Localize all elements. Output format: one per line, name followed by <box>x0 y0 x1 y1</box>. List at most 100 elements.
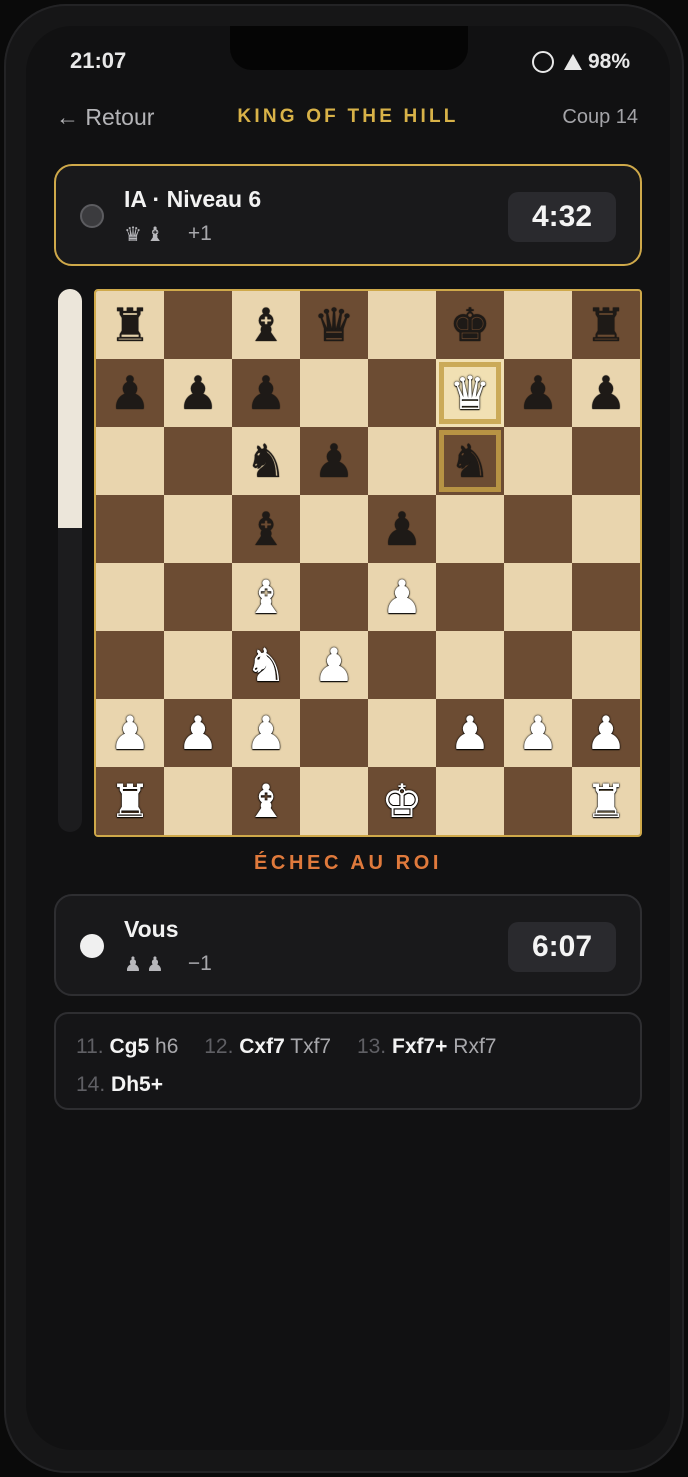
square-e4[interactable]: ♟ <box>368 563 436 631</box>
white-bishop-icon[interactable]: ♝ <box>245 574 286 620</box>
square-h2[interactable]: ♟ <box>572 699 640 767</box>
square-b1[interactable] <box>164 767 232 835</box>
square-a8[interactable]: ♜ <box>96 291 164 359</box>
square-g1[interactable] <box>504 767 572 835</box>
white-pawn-icon[interactable]: ♟ <box>313 642 354 688</box>
square-a1[interactable]: ♜ <box>96 767 164 835</box>
square-f2[interactable]: ♟ <box>436 699 504 767</box>
black-pawn-icon[interactable]: ♟ <box>245 370 286 416</box>
square-e3[interactable] <box>368 631 436 699</box>
white-rook-icon[interactable]: ♜ <box>109 778 150 824</box>
square-e7[interactable] <box>368 359 436 427</box>
square-c5[interactable]: ♝ <box>232 495 300 563</box>
square-a2[interactable]: ♟ <box>96 699 164 767</box>
square-f1[interactable] <box>436 767 504 835</box>
move-entry[interactable]: 14. Dh5+ <box>76 1066 163 1104</box>
square-f4[interactable] <box>436 563 504 631</box>
white-pawn-icon[interactable]: ♟ <box>517 710 558 756</box>
white-king-icon[interactable]: ♚ <box>381 778 422 824</box>
square-g2[interactable]: ♟ <box>504 699 572 767</box>
black-pawn-icon[interactable]: ♟ <box>517 370 558 416</box>
black-rook-icon[interactable]: ♜ <box>585 302 626 348</box>
black-rook-icon[interactable]: ♜ <box>109 302 150 348</box>
square-h7[interactable]: ♟ <box>572 359 640 427</box>
square-d1[interactable] <box>300 767 368 835</box>
move-entry[interactable]: 12. Cxf7 Txf7 <box>204 1028 331 1066</box>
black-queen-icon[interactable]: ♛ <box>313 302 354 348</box>
check-indicator: ÉCHEC AU ROI <box>253 852 443 874</box>
white-rook-icon[interactable]: ♜ <box>585 778 626 824</box>
square-c6[interactable]: ♞ <box>232 427 300 495</box>
square-d6[interactable]: ♟ <box>300 427 368 495</box>
black-knight-icon[interactable]: ♞ <box>245 438 286 484</box>
square-f3[interactable] <box>436 631 504 699</box>
black-pawn-icon[interactable]: ♟ <box>177 370 218 416</box>
square-f7[interactable]: ♛ <box>436 359 504 427</box>
square-b3[interactable] <box>164 631 232 699</box>
square-g3[interactable] <box>504 631 572 699</box>
square-a4[interactable] <box>96 563 164 631</box>
square-h3[interactable] <box>572 631 640 699</box>
square-h8[interactable]: ♜ <box>572 291 640 359</box>
square-h6[interactable] <box>572 427 640 495</box>
square-g8[interactable] <box>504 291 572 359</box>
black-pawn-icon[interactable]: ♟ <box>313 438 354 484</box>
square-a7[interactable]: ♟ <box>96 359 164 427</box>
square-f6[interactable]: ♞ <box>436 427 504 495</box>
square-h4[interactable] <box>572 563 640 631</box>
square-h1[interactable]: ♜ <box>572 767 640 835</box>
square-f5[interactable] <box>436 495 504 563</box>
move-entry[interactable]: 13. Fxf7+ Rxf7 <box>357 1028 497 1066</box>
square-g5[interactable] <box>504 495 572 563</box>
square-e1[interactable]: ♚ <box>368 767 436 835</box>
square-f8[interactable]: ♚ <box>436 291 504 359</box>
square-d3[interactable]: ♟ <box>300 631 368 699</box>
white-pawn-icon[interactable]: ♟ <box>109 710 150 756</box>
black-king-icon[interactable]: ♚ <box>449 302 490 348</box>
square-d5[interactable] <box>300 495 368 563</box>
square-b7[interactable]: ♟ <box>164 359 232 427</box>
chess-board[interactable]: ♜ ♝ ♛ ♚ ♜ ♟ ♟ ♟ ♛ ♟ ♟ ♞ ♟ ♞ ♝ ♟ ♝ ♟ ♞ ♟ ♟ ♟ ♟ ♟ ♟ ♟ ♜ ♝ ♚ ♜ <box>94 289 642 837</box>
square-d8[interactable]: ♛ <box>300 291 368 359</box>
square-a3[interactable] <box>96 631 164 699</box>
square-c2[interactable]: ♟ <box>232 699 300 767</box>
black-bishop-icon[interactable]: ♝ <box>245 506 286 552</box>
square-c7[interactable]: ♟ <box>232 359 300 427</box>
square-d7[interactable] <box>300 359 368 427</box>
move-entry[interactable]: 11. Cg5 h6 <box>76 1028 178 1066</box>
black-pawn-icon[interactable]: ♟ <box>585 370 626 416</box>
square-c1[interactable]: ♝ <box>232 767 300 835</box>
square-b8[interactable] <box>164 291 232 359</box>
square-e8[interactable] <box>368 291 436 359</box>
white-bishop-icon[interactable]: ♝ <box>245 778 286 824</box>
black-knight-icon[interactable]: ♞ <box>449 438 490 484</box>
square-g7[interactable]: ♟ <box>504 359 572 427</box>
white-pawn-icon[interactable]: ♟ <box>449 710 490 756</box>
square-a5[interactable] <box>96 495 164 563</box>
square-b5[interactable] <box>164 495 232 563</box>
black-pawn-icon[interactable]: ♟ <box>381 506 422 552</box>
black-bishop-icon[interactable]: ♝ <box>245 302 286 348</box>
square-d2[interactable] <box>300 699 368 767</box>
square-c3[interactable]: ♞ <box>232 631 300 699</box>
square-e2[interactable] <box>368 699 436 767</box>
square-c4[interactable]: ♝ <box>232 563 300 631</box>
square-b6[interactable] <box>164 427 232 495</box>
square-h5[interactable] <box>572 495 640 563</box>
square-g4[interactable] <box>504 563 572 631</box>
square-e5[interactable]: ♟ <box>368 495 436 563</box>
white-pawn-icon[interactable]: ♟ <box>177 710 218 756</box>
square-a6[interactable] <box>96 427 164 495</box>
square-g6[interactable] <box>504 427 572 495</box>
white-pawn-icon[interactable]: ♟ <box>585 710 626 756</box>
square-e6[interactable] <box>368 427 436 495</box>
square-b2[interactable]: ♟ <box>164 699 232 767</box>
white-pawn-icon[interactable]: ♟ <box>245 710 286 756</box>
black-pawn-icon[interactable]: ♟ <box>109 370 150 416</box>
white-queen-icon[interactable]: ♛ <box>449 370 490 416</box>
square-b4[interactable] <box>164 563 232 631</box>
white-knight-icon[interactable]: ♞ <box>245 642 286 688</box>
square-d4[interactable] <box>300 563 368 631</box>
white-pawn-icon[interactable]: ♟ <box>381 574 422 620</box>
square-c8[interactable]: ♝ <box>232 291 300 359</box>
